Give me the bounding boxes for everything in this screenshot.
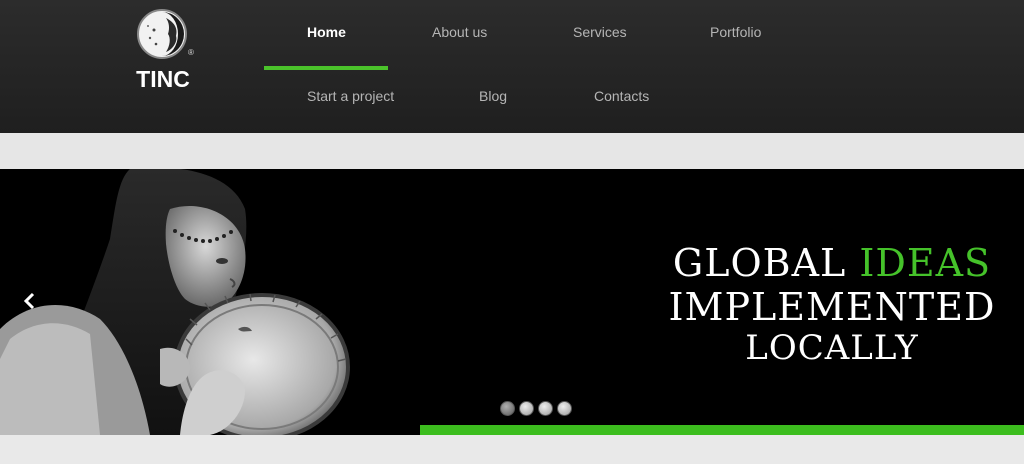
hero-slider: GLOBAL IDEAS IMPLEMENTED LOCALLY (0, 169, 1024, 435)
slider-dot-1[interactable] (500, 401, 515, 416)
header-spacer (0, 133, 1024, 169)
headline-global: GLOBAL (672, 241, 860, 285)
headline-ideas: IDEAS (859, 241, 992, 285)
hero-photo (0, 169, 420, 435)
logo[interactable]: ® TINC (130, 8, 200, 92)
moon-face-logo-icon (137, 9, 187, 59)
nav-home[interactable]: Home (307, 24, 346, 40)
slider-dot-4[interactable] (557, 401, 572, 416)
slider-pagination (500, 401, 576, 417)
registered-mark: ® (188, 48, 194, 57)
hero-headline: GLOBAL IDEAS IMPLEMENTED LOCALLY (640, 241, 1024, 367)
slider-progress-bar (420, 425, 1024, 435)
slider-dot-2[interactable] (519, 401, 534, 416)
active-nav-indicator (264, 66, 388, 70)
nav-about-us[interactable]: About us (432, 24, 487, 40)
headline-line-2: IMPLEMENTED (668, 285, 996, 329)
chevron-left-icon[interactable] (22, 291, 38, 313)
headline-line-1: GLOBAL IDEAS (640, 241, 1024, 285)
headline-line-3: LOCALLY (745, 328, 919, 368)
nav-start-a-project[interactable]: Start a project (307, 88, 394, 104)
nav-services[interactable]: Services (573, 24, 627, 40)
nav-contacts[interactable]: Contacts (594, 88, 649, 104)
nav-portfolio[interactable]: Portfolio (710, 24, 761, 40)
brand-name: TINC (136, 66, 190, 92)
nav-blog[interactable]: Blog (479, 88, 507, 104)
slider-dot-3[interactable] (538, 401, 553, 416)
page-content-top (0, 435, 1024, 464)
site-header: ® TINC Home About us Services Portfolio … (0, 0, 1024, 133)
